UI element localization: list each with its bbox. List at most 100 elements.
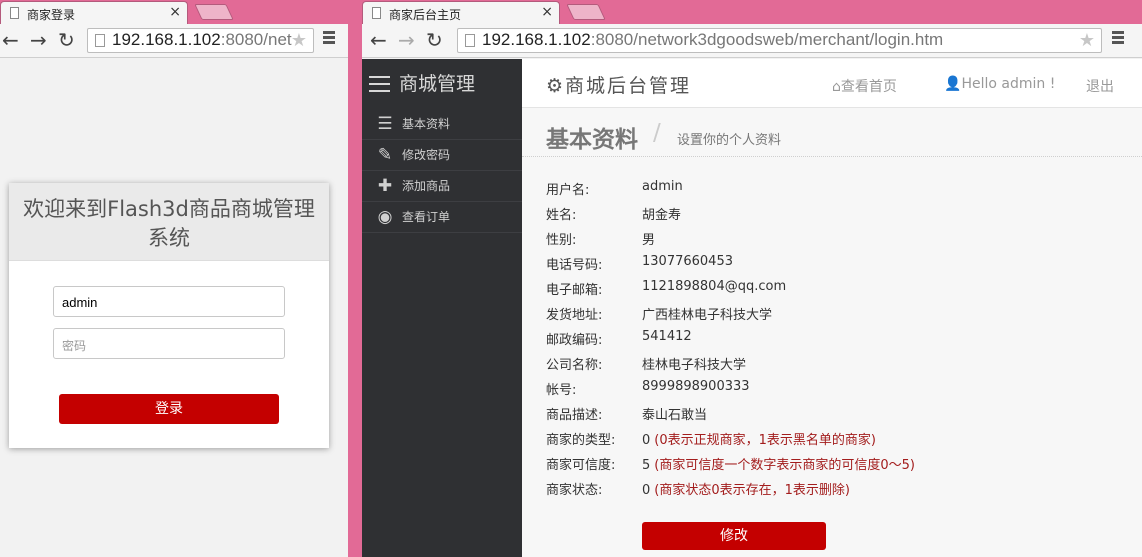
- profile-label: 商家状态:: [546, 483, 603, 498]
- profile-label: 邮政编码:: [546, 333, 603, 348]
- new-tab-button[interactable]: [566, 4, 606, 20]
- profile-value-text: 8999898900333: [642, 379, 750, 394]
- profile-value-text: 0: [642, 483, 651, 498]
- browser-toolbar: ← → ↻ 192.168.1.102:8080/network3dgoodsw…: [362, 24, 1142, 58]
- browser-menu-icon[interactable]: [1112, 31, 1124, 45]
- sidebar-item-change-password[interactable]: ✎ 修改密码: [362, 140, 522, 171]
- reload-icon[interactable]: ↻: [426, 29, 443, 51]
- profile-value: 5 (商家可信度一个数字表示商家的可信度0～5): [642, 454, 915, 473]
- profile-value-text: 0: [642, 433, 651, 448]
- profile-label: 商家的类型:: [546, 433, 616, 448]
- profile-value-text: 男: [642, 233, 656, 248]
- sidebar-item-view-orders[interactable]: ◉ 查看订单: [362, 202, 522, 233]
- page-icon: [95, 34, 105, 47]
- admin-title-label: 商城后台管理: [565, 75, 692, 97]
- edit-button[interactable]: 修改: [642, 522, 826, 550]
- profile-label: 帐号:: [546, 383, 577, 398]
- tab-merchant-login[interactable]: 商家登录 ×: [0, 1, 188, 24]
- profile-label: 用户名:: [546, 183, 590, 198]
- back-arrow-icon[interactable]: ←: [2, 29, 19, 51]
- profile-value: 泰山石敢当: [642, 404, 707, 423]
- admin-sidebar: 商城管理 ☰ 基本资料 ✎ 修改密码 ✚ 添加商品 ◉ 查看订单: [362, 59, 522, 557]
- forward-arrow-icon[interactable]: →: [30, 29, 47, 51]
- profile-label: 性别:: [546, 233, 577, 248]
- profile-label: 姓名:: [546, 208, 577, 223]
- gear-icon: ⚙: [546, 75, 566, 97]
- profile-value: 13077660453: [642, 254, 733, 269]
- profile-value-text: 13077660453: [642, 254, 733, 269]
- logout-link[interactable]: 退出: [1086, 76, 1114, 96]
- admin-browser-window: 商家后台主页 × ← → ↻ 192.168.1.102:8080/networ…: [362, 0, 1142, 557]
- profile-label: 商家可信度:: [546, 458, 616, 473]
- profile-value: 0 (商家状态0表示存在，1表示删除): [642, 479, 850, 498]
- profile-value: admin: [642, 179, 683, 194]
- url-host: 192.168.1.102: [112, 30, 221, 49]
- login-heading: 欢迎来到Flash3d商品商城管理系统: [9, 183, 329, 261]
- back-arrow-icon[interactable]: ←: [370, 29, 387, 51]
- bookmark-star-icon[interactable]: ★: [291, 30, 307, 51]
- close-tab-icon[interactable]: ×: [169, 4, 181, 20]
- login-button[interactable]: 登录: [59, 394, 279, 424]
- eye-icon: ◉: [377, 207, 393, 227]
- admin-topbar: ⚙商城后台管理 ⌂查看首页 👤Hello admin ! 退出: [522, 59, 1142, 108]
- bookmark-star-icon[interactable]: ★: [1079, 30, 1095, 51]
- page-icon: [465, 34, 475, 47]
- profile-value: 广西桂林电子科技大学: [642, 304, 772, 323]
- profile-value: 0 (0表示正规商家，1表示黑名单的商家): [642, 429, 876, 448]
- page-icon: [10, 7, 19, 19]
- username-input[interactable]: admin: [53, 286, 285, 317]
- profile-value-text: 广西桂林电子科技大学: [642, 308, 773, 323]
- profile-value-text: admin: [642, 179, 683, 194]
- url-path: :8080/network3dgoodsweb/merchant/login.h…: [590, 30, 944, 49]
- profile-label: 发货地址:: [546, 308, 603, 323]
- forward-arrow-icon[interactable]: →: [398, 29, 415, 51]
- profile-value: 胡金寿: [642, 204, 681, 223]
- reload-icon[interactable]: ↻: [58, 29, 75, 51]
- browser-toolbar: ← → ↻ 192.168.1.102:8080/net ★: [0, 24, 348, 58]
- sidebar-item-label: 添加商品: [402, 179, 451, 193]
- login-panel: 欢迎来到Flash3d商品商城管理系统 admin 密码 登录: [9, 183, 329, 448]
- new-tab-button[interactable]: [194, 4, 234, 20]
- profile-value-text: 胡金寿: [642, 208, 682, 223]
- address-bar[interactable]: 192.168.1.102:8080/net ★: [87, 28, 314, 53]
- tab-title: 商家登录: [27, 8, 76, 22]
- browser-menu-icon[interactable]: [323, 31, 335, 45]
- profile-value: 541412: [642, 329, 692, 344]
- tab-strip: 商家登录 ×: [0, 0, 348, 24]
- plus-icon: ✚: [377, 176, 393, 196]
- address-bar[interactable]: 192.168.1.102:8080/network3dgoodsweb/mer…: [457, 28, 1102, 53]
- profile-value: 8999898900333: [642, 379, 750, 394]
- profile-label: 电子邮箱:: [546, 283, 603, 298]
- profile-note: (0表示正规商家，1表示黑名单的商家): [654, 433, 876, 448]
- page-title: 基本资料: [546, 127, 638, 153]
- page-header: 基本资料 / 设置你的个人资料: [522, 108, 1142, 157]
- close-tab-icon[interactable]: ×: [541, 4, 553, 20]
- tab-merchant-home[interactable]: 商家后台主页 ×: [362, 1, 560, 24]
- profile-value-text: 5: [642, 458, 651, 473]
- sidebar-item-profile[interactable]: ☰ 基本资料: [362, 109, 522, 140]
- profile-note: (商家可信度一个数字表示商家的可信度0～5): [654, 458, 915, 473]
- tab-title: 商家后台主页: [389, 8, 462, 22]
- page-subtitle: 设置你的个人资料: [677, 133, 782, 148]
- profile-label: 公司名称:: [546, 358, 603, 373]
- sidebar-item-label: 基本资料: [402, 117, 451, 131]
- profile-value-text: 1121898804@qq.com: [642, 279, 787, 294]
- profile-value-text: 桂林电子科技大学: [642, 358, 747, 373]
- login-browser-window: 商家登录 × ← → ↻ 192.168.1.102:8080/net ★ 欢迎…: [0, 0, 348, 557]
- hamburger-menu-icon[interactable]: [369, 76, 390, 97]
- profile-value-text: 泰山石敢当: [642, 408, 708, 423]
- profile-value: 桂林电子科技大学: [642, 354, 746, 373]
- view-home-link[interactable]: ⌂查看首页: [832, 76, 897, 96]
- sidebar-item-add-product[interactable]: ✚ 添加商品: [362, 171, 522, 202]
- user-greeting-label: Hello admin !: [961, 76, 1056, 92]
- user-greeting-link[interactable]: 👤Hello admin !: [944, 76, 1055, 92]
- profile-value: 男: [642, 229, 655, 248]
- tab-strip: 商家后台主页 ×: [362, 0, 1142, 24]
- sidebar-brand-label: 商城管理: [399, 73, 476, 95]
- profile-note: (商家状态0表示存在，1表示删除): [654, 483, 850, 498]
- profile-value: 1121898804@qq.com: [642, 279, 786, 294]
- pencil-icon: ✎: [377, 145, 393, 165]
- sidebar-item-label: 修改密码: [402, 148, 451, 162]
- sidebar-item-label: 查看订单: [402, 210, 451, 224]
- password-input[interactable]: 密码: [53, 328, 285, 359]
